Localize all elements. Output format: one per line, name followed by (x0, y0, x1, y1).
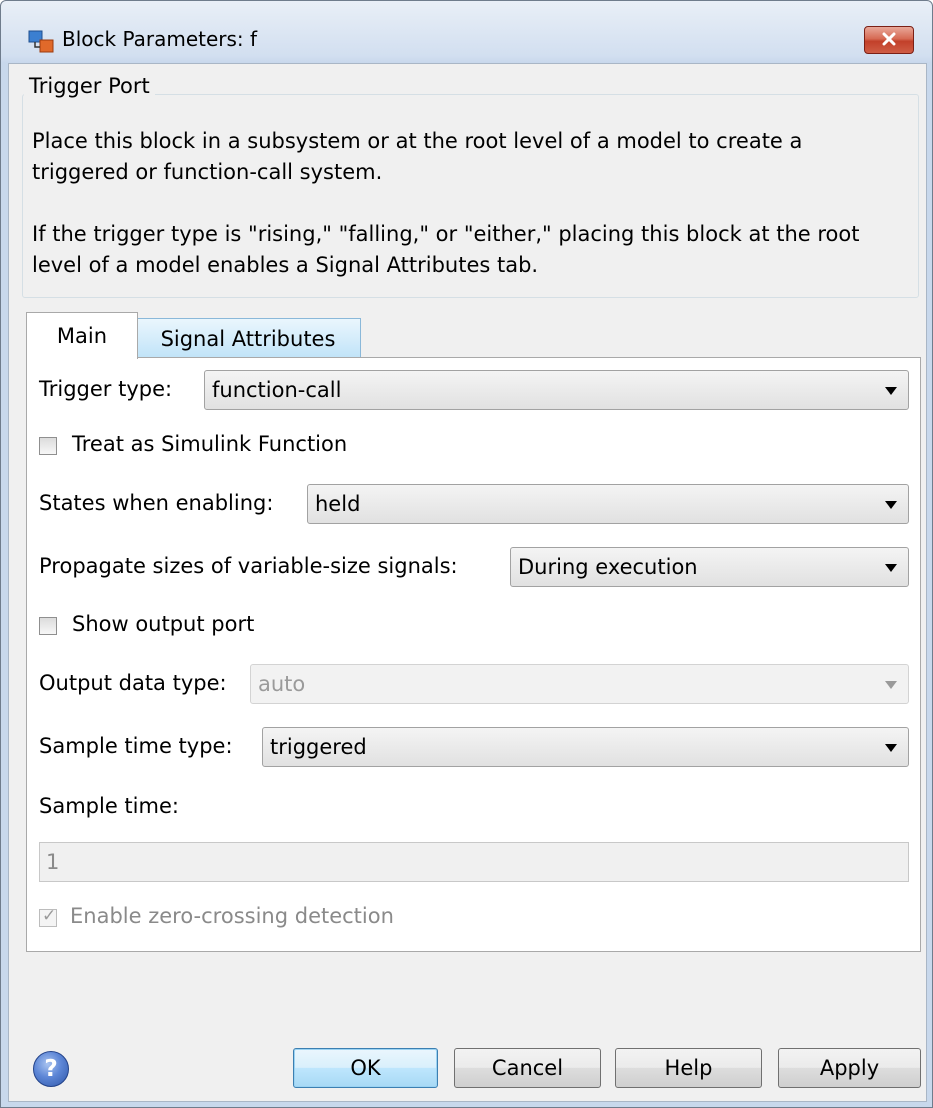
show-output-port-checkbox[interactable] (39, 617, 57, 635)
chevron-down-icon (885, 681, 897, 689)
tab-signal-attributes[interactable]: Signal Attributes (135, 318, 361, 359)
dialog-window: Block Parameters: f Trigger Port Place t… (0, 0, 933, 1108)
output-data-type-value: auto (258, 672, 306, 696)
description-paragraph-2: If the trigger type is "rising," "fallin… (32, 222, 860, 277)
sample-time-field[interactable]: 1 (39, 842, 909, 882)
chevron-down-icon (885, 501, 897, 509)
treat-as-simulink-function-label: Treat as Simulink Function (72, 432, 348, 456)
trigger-type-label: Trigger type: (39, 377, 173, 401)
sample-time-type-value: triggered (270, 735, 367, 759)
checkmark-icon: ✓ (42, 906, 57, 926)
cancel-button[interactable]: Cancel (454, 1048, 601, 1088)
zero-crossing-checkbox[interactable]: ✓ (39, 906, 57, 927)
close-icon (881, 31, 897, 50)
zero-crossing-label: Enable zero-crossing detection (70, 904, 394, 928)
states-when-enabling-label: States when enabling: (39, 491, 274, 515)
help-icon[interactable]: ? (33, 1051, 69, 1087)
trigger-type-select[interactable]: function-call (204, 370, 909, 410)
sample-time-value: 1 (46, 850, 60, 874)
close-button[interactable] (864, 26, 914, 54)
apply-button[interactable]: Apply (778, 1048, 921, 1088)
states-when-enabling-select[interactable]: held (307, 484, 909, 524)
tab-main[interactable]: Main (26, 312, 138, 359)
sample-time-type-label: Sample time type: (39, 734, 233, 758)
dialog-client-area: Trigger Port Place this block in a subsy… (8, 63, 927, 1102)
block-description: Place this block in a subsystem or at th… (32, 126, 902, 312)
states-when-enabling-value: held (315, 492, 361, 516)
ok-button[interactable]: OK (293, 1048, 438, 1088)
help-button[interactable]: Help (615, 1048, 762, 1088)
treat-as-simulink-function-checkbox[interactable] (39, 437, 57, 455)
sample-time-label: Sample time: (39, 794, 179, 818)
output-data-type-select[interactable]: auto (250, 664, 909, 704)
main-tab-panel: Trigger type: function-call Treat as Sim… (26, 357, 921, 952)
propagate-sizes-value: During execution (518, 555, 698, 579)
propagate-sizes-select[interactable]: During execution (510, 547, 909, 587)
window-title: Block Parameters: f (62, 27, 258, 51)
sample-time-type-select[interactable]: triggered (262, 727, 909, 767)
trigger-type-value: function-call (212, 378, 342, 402)
chevron-down-icon (885, 744, 897, 752)
description-paragraph-1: Place this block in a subsystem or at th… (32, 129, 803, 184)
propagate-sizes-label: Propagate sizes of variable-size signals… (39, 554, 458, 578)
output-data-type-label: Output data type: (39, 671, 227, 695)
chevron-down-icon (885, 387, 897, 395)
show-output-port-label: Show output port (72, 612, 255, 636)
group-legend: Trigger Port (24, 74, 155, 98)
title-bar[interactable]: Block Parameters: f (1, 1, 932, 63)
block-parameters-icon (28, 28, 54, 54)
chevron-down-icon (885, 564, 897, 572)
